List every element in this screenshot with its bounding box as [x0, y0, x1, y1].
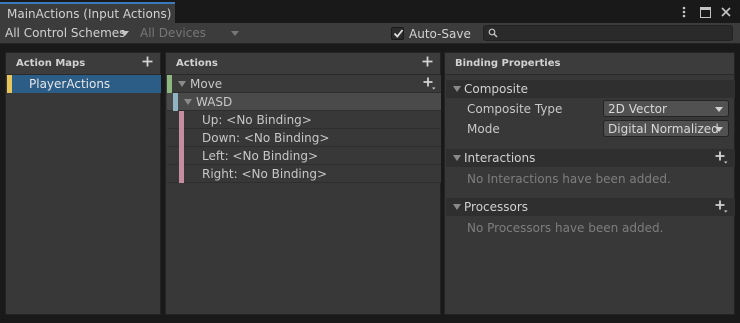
interactions-section-title: Interactions [464, 151, 536, 165]
composite-label: WASD [196, 95, 233, 109]
control-schemes-dropdown[interactable]: All Control Schemes [0, 24, 133, 42]
control-schemes-label: All Control Schemes [5, 26, 126, 40]
binding-row-right[interactable]: Right: <No Binding> [167, 165, 441, 183]
window-controls [678, 4, 732, 20]
plus-dropdown-icon [423, 77, 436, 90]
composite-type-value: 2D Vector [608, 102, 667, 116]
add-action-map-button[interactable] [142, 56, 153, 70]
maximize-icon[interactable] [699, 6, 711, 18]
window-tab-title: MainActions (Input Actions) [7, 7, 172, 21]
binding-label: Up: <No Binding> [202, 113, 312, 127]
triangle-down-icon[interactable] [178, 81, 186, 87]
plus-dropdown-icon [715, 151, 728, 164]
triangle-down-icon[interactable] [184, 99, 192, 105]
chevron-down-icon [121, 31, 129, 36]
processors-section-title: Processors [464, 200, 529, 214]
triangle-down-icon[interactable] [453, 155, 461, 161]
action-label: Move [190, 77, 223, 91]
auto-save-toggle[interactable]: Auto-Save [391, 25, 471, 42]
action-maps-panel: Action Maps PlayerActions [5, 52, 161, 315]
mode-value: Digital Normalized [608, 122, 719, 136]
add-action-button[interactable] [422, 56, 433, 70]
action-maps-header: Action Maps [6, 53, 160, 75]
interactions-section-header[interactable]: Interactions [446, 149, 735, 167]
action-maps-title: Action Maps [16, 58, 86, 69]
binding-color-stripe [179, 129, 184, 147]
processors-section-header[interactable]: Processors [446, 198, 735, 216]
checkmark-icon [393, 29, 404, 38]
search-input[interactable] [483, 25, 733, 41]
binding-properties-panel: Binding Properties Composite Composite T… [444, 52, 735, 315]
add-interaction-button[interactable] [715, 151, 728, 167]
composite-section-header[interactable]: Composite [446, 80, 735, 98]
mode-dropdown[interactable]: Digital Normalized [603, 120, 729, 137]
add-processor-button[interactable] [715, 200, 728, 216]
binding-label: Down: <No Binding> [202, 131, 330, 145]
action-row-move[interactable]: Move [167, 75, 441, 93]
auto-save-checkbox[interactable] [391, 27, 404, 40]
binding-label: Left: <No Binding> [202, 149, 319, 163]
actions-header: Actions [166, 53, 440, 75]
triangle-down-icon[interactable] [453, 86, 461, 92]
search-icon [488, 28, 498, 38]
interactions-empty-message: No Interactions have been added. [467, 172, 671, 186]
processors-empty-message: No Processors have been added. [467, 221, 664, 235]
binding-properties-header: Binding Properties [445, 53, 734, 75]
actions-panel: Actions Move WASD Up: <No Binding> Down:… [165, 52, 441, 315]
window-tab-bar: MainActions (Input Actions) [0, 0, 740, 23]
chevron-down-icon [715, 107, 723, 112]
action-map-label: PlayerActions [29, 77, 111, 91]
devices-dropdown[interactable]: All Devices [135, 24, 243, 42]
binding-color-stripe [179, 111, 184, 129]
plus-icon [142, 56, 153, 67]
toolbar: All Control Schemes All Devices Auto-Sav… [0, 23, 740, 44]
binding-row-down[interactable]: Down: <No Binding> [167, 129, 441, 147]
chevron-down-icon [715, 127, 723, 132]
binding-color-stripe [179, 147, 184, 165]
window-tab[interactable]: MainActions (Input Actions) [0, 2, 175, 23]
binding-label: Right: <No Binding> [202, 167, 328, 181]
action-map-item[interactable]: PlayerActions [7, 75, 161, 93]
chevron-down-icon [231, 31, 239, 36]
action-color-stripe [167, 75, 172, 93]
mode-label: Mode [467, 122, 500, 136]
composite-row-wasd[interactable]: WASD [167, 93, 441, 111]
add-binding-button[interactable] [423, 77, 436, 93]
binding-color-stripe [179, 165, 184, 183]
close-icon[interactable] [720, 6, 732, 18]
more-icon[interactable] [678, 6, 690, 18]
binding-row-left[interactable]: Left: <No Binding> [167, 147, 441, 165]
devices-label: All Devices [140, 26, 206, 40]
action-map-color-stripe [7, 75, 12, 93]
plus-dropdown-icon [715, 200, 728, 213]
plus-icon [422, 56, 433, 67]
triangle-down-icon[interactable] [453, 204, 461, 210]
composite-type-dropdown[interactable]: 2D Vector [603, 100, 729, 117]
composite-type-label: Composite Type [467, 102, 563, 116]
composite-color-stripe [173, 93, 178, 111]
binding-row-up[interactable]: Up: <No Binding> [167, 111, 441, 129]
actions-title: Actions [176, 58, 218, 69]
binding-properties-title: Binding Properties [455, 58, 561, 69]
composite-section-title: Composite [464, 82, 529, 96]
auto-save-label: Auto-Save [409, 26, 471, 41]
